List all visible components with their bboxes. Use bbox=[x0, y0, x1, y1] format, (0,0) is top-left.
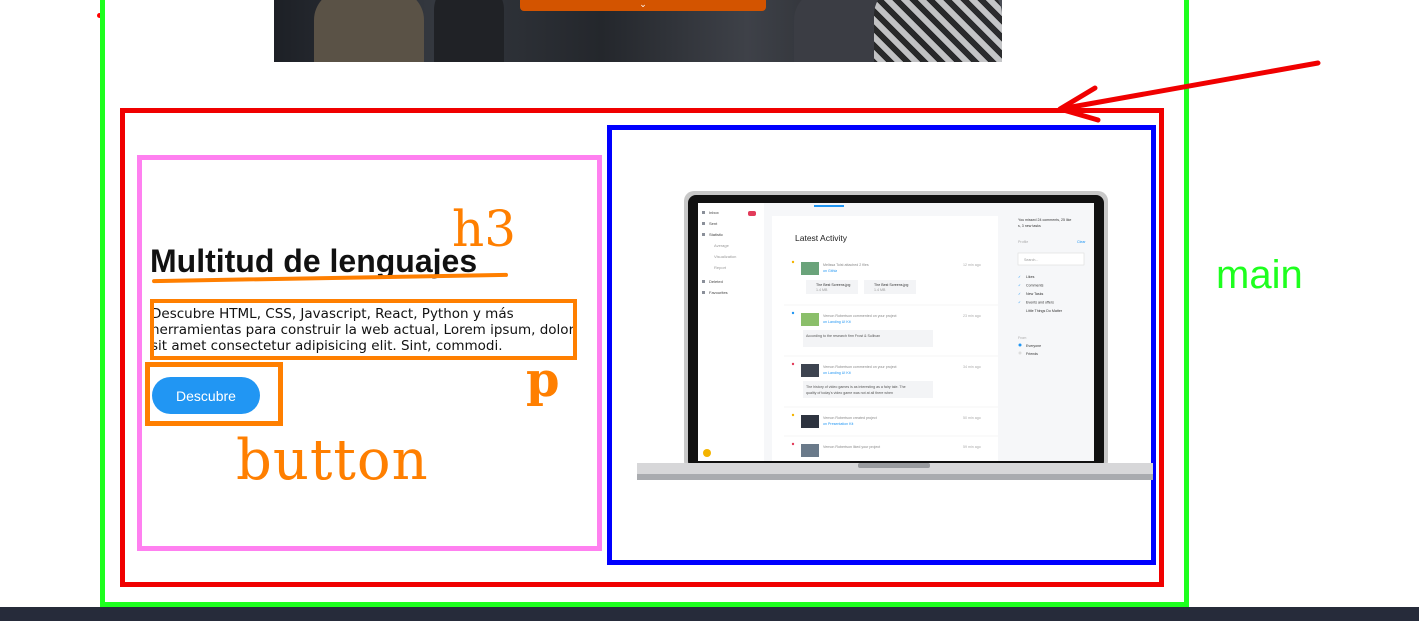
screen-feed-text: Vernon Robertson commented on your proje… bbox=[823, 314, 897, 318]
screen-profile-label: Profile bbox=[1018, 240, 1028, 244]
screen-file-name: The Best Screens.jpg bbox=[816, 283, 850, 287]
screen-feed-text: Vernon Robertson commented on your proje… bbox=[823, 365, 897, 369]
screen-check-label: New Tasks bbox=[1026, 292, 1044, 296]
screen-sidebar-item: Report bbox=[714, 265, 727, 270]
screen-from-label: From bbox=[1018, 336, 1026, 340]
screen-feed-time: 50 min ago bbox=[963, 416, 981, 420]
screen-radio-label: Everyone bbox=[1026, 344, 1041, 348]
screen-feed-thumb bbox=[801, 364, 819, 377]
screen-sidebar-icon bbox=[702, 291, 705, 294]
screen-sidebar-icon bbox=[702, 211, 705, 214]
screen-clear-label: Clear bbox=[1077, 240, 1086, 244]
screen-feed-comment: quality of today's video game was not at… bbox=[806, 391, 893, 395]
screen-summary: s, 3 new tasks bbox=[1018, 224, 1041, 228]
screen-feed-link: on Landing UI Kit bbox=[823, 320, 851, 324]
screen-check-icon: ✓ bbox=[1018, 292, 1021, 296]
laptop-notch bbox=[858, 463, 930, 468]
screen-sidebar-item: Statistic bbox=[709, 232, 723, 237]
screen-radio bbox=[1018, 351, 1022, 355]
screen-check-label: Little Things Do Matter bbox=[1026, 309, 1063, 313]
screen-feed-comment-box bbox=[803, 330, 933, 347]
screen-radio-label: Friends bbox=[1026, 352, 1038, 356]
screen-radio bbox=[1018, 343, 1022, 347]
screen-feed-comment-box bbox=[803, 381, 933, 398]
screen-feed-dot bbox=[791, 260, 795, 264]
screen-sidebar-icon bbox=[702, 233, 705, 236]
screen-search-placeholder: Search... bbox=[1024, 258, 1038, 262]
screen-feed-time: 23 min ago bbox=[963, 314, 981, 318]
screen-feed-dot bbox=[791, 442, 795, 446]
screen-file-size: 1.4 MB bbox=[874, 288, 886, 292]
screen-sidebar-item: Visualization bbox=[714, 254, 736, 259]
screen-feed-dot bbox=[791, 362, 795, 366]
screen-feed-time: 59 min ago bbox=[963, 445, 981, 449]
screen-feed-thumb bbox=[801, 444, 819, 457]
screen-feed-time: 34 min ago bbox=[963, 365, 981, 369]
screen-feed-thumb bbox=[801, 262, 819, 275]
screen-feed-time: 12 min ago bbox=[963, 263, 981, 267]
screen-feed-comment: According to the research firm Frost & S… bbox=[806, 334, 880, 338]
screen-feed-link: on Landing UI Kit bbox=[823, 371, 851, 375]
screen-sidebar-item: Inbox bbox=[709, 210, 719, 215]
screen-sidebar-item: Average bbox=[714, 243, 730, 248]
screen-feed-text: Melissa Tolst attached 2 files bbox=[823, 263, 869, 267]
screen-file-name: The Best Screens.jpg bbox=[874, 283, 908, 287]
screen-sidebar-icon bbox=[702, 280, 705, 283]
screen-file-size: 1.4 MB bbox=[816, 288, 828, 292]
screen-check-label: Likes bbox=[1026, 275, 1035, 279]
screen-feed-link: on Presentation Kit bbox=[823, 422, 853, 426]
page-footer bbox=[0, 607, 1419, 621]
screen-feed-text: Vernon Robertson created project bbox=[823, 416, 877, 420]
screen-feed-text: Vernon Robertson liked your project bbox=[823, 445, 880, 449]
screen-check-icon: ✓ bbox=[1018, 275, 1021, 279]
screen-check-label: Events and offers bbox=[1026, 301, 1054, 305]
screen-sidebar-item: Favourites bbox=[709, 290, 728, 295]
screen-feed-dot bbox=[791, 311, 795, 315]
screen-feed-comment: The history of video games is as interes… bbox=[806, 385, 906, 389]
screen-feed-thumb bbox=[801, 415, 819, 428]
feed-title: Latest Activity bbox=[795, 233, 848, 243]
screen-sidebar-item: Sent bbox=[709, 221, 718, 226]
arrow-annotation bbox=[1057, 60, 1321, 123]
screen-feed-link: on Githiz bbox=[823, 269, 837, 273]
screen-check-icon: ✓ bbox=[1018, 284, 1021, 288]
laptop-illustration: Inbox Sent Statistic Average Visualization Re… bbox=[637, 60, 1321, 480]
screen-sidebar-item: Deleted bbox=[709, 279, 723, 284]
screen-feed-dot bbox=[791, 413, 795, 417]
screen-feed-thumb bbox=[801, 313, 819, 326]
screen-summary: You missed 24 comments, 25 like bbox=[1018, 218, 1071, 222]
screen-check-icon: ✓ bbox=[1018, 301, 1021, 305]
screen-check-label: Comments bbox=[1026, 284, 1044, 288]
screen-sidebar-icon bbox=[702, 222, 705, 225]
